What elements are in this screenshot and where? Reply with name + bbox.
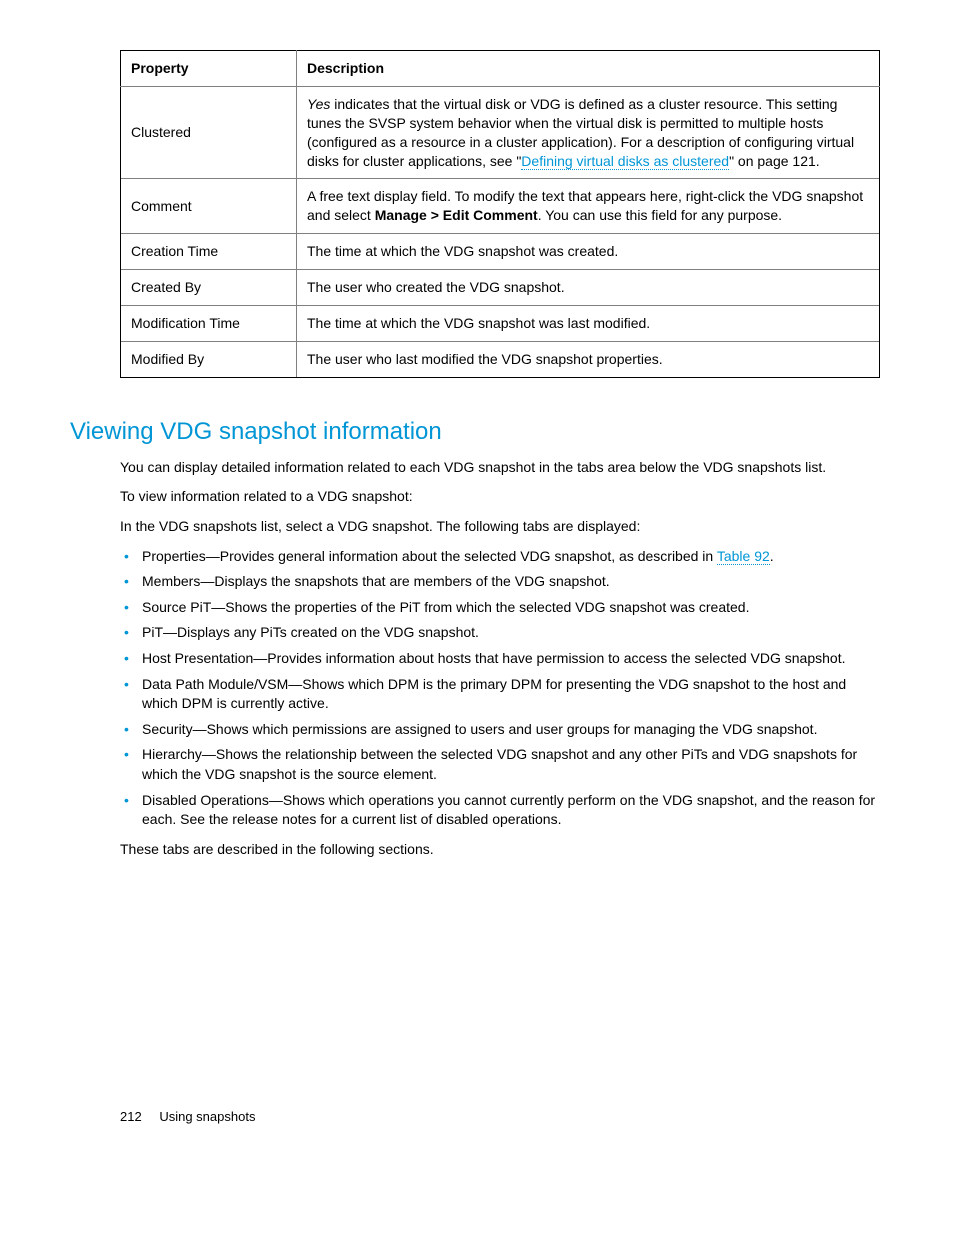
text: . You can use this field for any purpose…: [538, 207, 782, 223]
paragraph: These tabs are described in the followin…: [120, 840, 884, 860]
cell-description: The time at which the VDG snapshot was c…: [297, 234, 880, 270]
cell-description: Yes indicates that the virtual disk or V…: [297, 86, 880, 179]
list-item: Disabled Operations—Shows which operatio…: [120, 791, 884, 830]
cell-property: Clustered: [121, 86, 297, 179]
cell-property: Modification Time: [121, 306, 297, 342]
table-row: Creation Time The time at which the VDG …: [121, 234, 880, 270]
cell-description: The time at which the VDG snapshot was l…: [297, 306, 880, 342]
cell-description: The user who last modified the VDG snaps…: [297, 341, 880, 377]
list-item: Data Path Module/VSM—Shows which DPM is …: [120, 675, 884, 714]
cell-property: Created By: [121, 270, 297, 306]
list-item: Host Presentation—Provides information a…: [120, 649, 884, 669]
text: .: [770, 548, 774, 564]
bold-text: Manage > Edit Comment: [375, 207, 538, 223]
cell-property: Modified By: [121, 341, 297, 377]
list-item: Members—Displays the snapshots that are …: [120, 572, 884, 592]
cell-description: The user who created the VDG snapshot.: [297, 270, 880, 306]
page-footer: 212 Using snapshots: [120, 1109, 884, 1124]
table-row: Comment A free text display field. To mo…: [121, 179, 880, 234]
list-item: Source PiT—Shows the properties of the P…: [120, 598, 884, 618]
col-header-description: Description: [297, 51, 880, 87]
link-defining-virtual-disks[interactable]: Defining virtual disks as clustered: [521, 153, 729, 170]
list-item: Security—Shows which permissions are ass…: [120, 720, 884, 740]
paragraph: In the VDG snapshots list, select a VDG …: [120, 517, 884, 537]
table-row: Clustered Yes indicates that the virtual…: [121, 86, 880, 179]
section-heading: Viewing VDG snapshot information: [70, 418, 884, 446]
table-row: Created By The user who created the VDG …: [121, 270, 880, 306]
list-item: Hierarchy—Shows the relationship between…: [120, 745, 884, 784]
list-item: PiT—Displays any PiTs created on the VDG…: [120, 623, 884, 643]
link-table-92[interactable]: Table 92: [717, 548, 770, 565]
table-row: Modification Time The time at which the …: [121, 306, 880, 342]
italic-text: Yes: [307, 96, 330, 112]
col-header-property: Property: [121, 51, 297, 87]
paragraph: You can display detailed information rel…: [120, 458, 884, 478]
cell-property: Comment: [121, 179, 297, 234]
cell-property: Creation Time: [121, 234, 297, 270]
table-row: Modified By The user who last modified t…: [121, 341, 880, 377]
tab-list: Properties—Provides general information …: [120, 547, 884, 830]
text: Properties—Provides general information …: [142, 548, 717, 564]
footer-title: Using snapshots: [159, 1109, 255, 1124]
list-item: Properties—Provides general information …: [120, 547, 884, 567]
properties-table: Property Description Clustered Yes indic…: [120, 50, 880, 378]
page-number: 212: [120, 1109, 142, 1124]
text: " on page 121.: [729, 153, 820, 169]
cell-description: A free text display field. To modify the…: [297, 179, 880, 234]
paragraph: To view information related to a VDG sna…: [120, 487, 884, 507]
